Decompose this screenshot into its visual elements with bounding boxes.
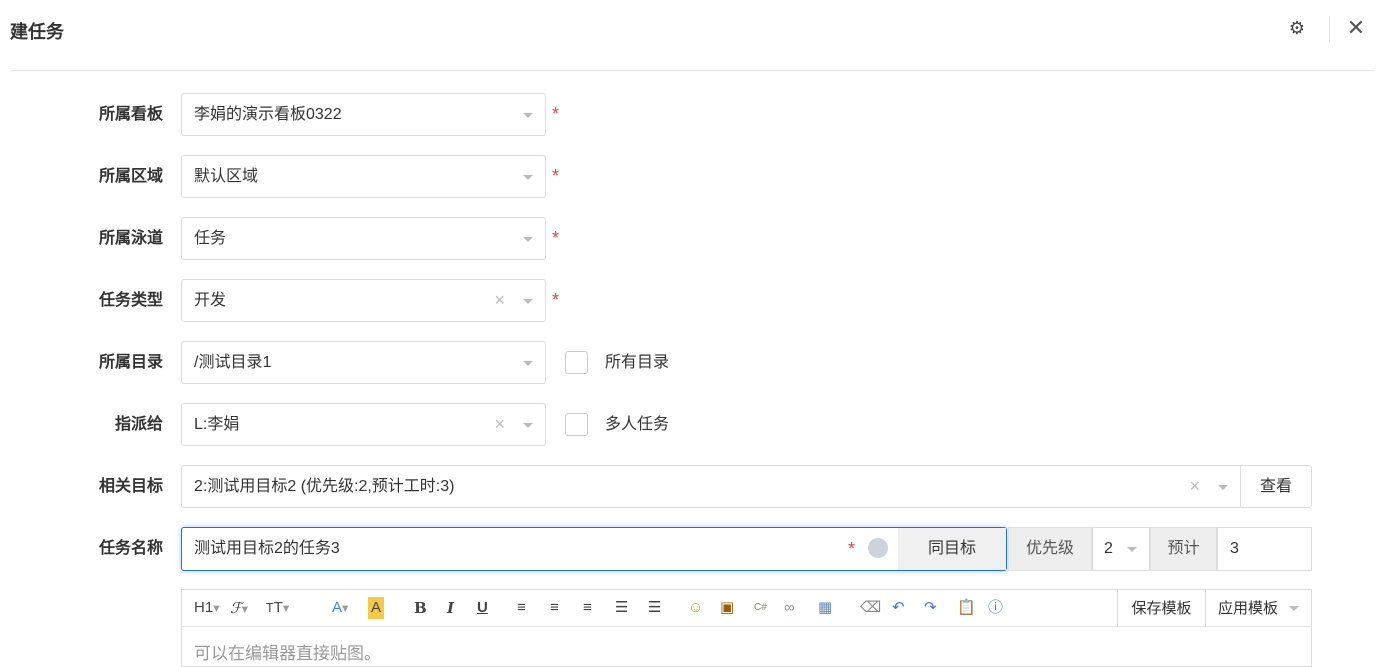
align-right-icon[interactable]: ≡ — [583, 597, 592, 619]
font-size-icon[interactable]: TT▾ — [266, 597, 289, 619]
type-value: 开发 — [194, 292, 227, 309]
clear-icon[interactable]: × — [494, 280, 505, 321]
type-select[interactable]: 开发 × — [181, 279, 546, 322]
chevron-down-icon — [1127, 547, 1137, 552]
multi-user-checkbox[interactable] — [565, 413, 588, 436]
link-icon[interactable]: ∞ — [784, 597, 795, 619]
task-name-input[interactable]: 测试用目标2的任务3 — [194, 528, 340, 570]
ordered-list-icon[interactable]: ☰ — [615, 597, 628, 619]
chevron-down-icon — [523, 423, 533, 428]
dir-select[interactable]: /测试目录1 — [181, 341, 546, 384]
chevron-down-icon — [523, 113, 533, 118]
all-dirs-label: 所有目录 — [605, 354, 670, 371]
lane-select[interactable]: 任务 — [181, 217, 546, 260]
image-icon[interactable]: ▣ — [720, 597, 734, 619]
dir-label: 所属目录 — [98, 354, 163, 371]
save-template-button[interactable]: 保存模板 — [1117, 590, 1205, 627]
estimate-label: 预计 — [1150, 527, 1217, 571]
area-value: 默认区域 — [194, 168, 259, 185]
heading-button[interactable]: H1▾ — [194, 597, 219, 619]
font-color-icon[interactable]: A▾ — [332, 597, 348, 619]
board-value: 李娟的演示看板0322 — [194, 106, 342, 123]
all-dirs-checkbox[interactable] — [565, 351, 588, 374]
align-center-icon[interactable]: ≡ — [550, 597, 559, 619]
board-label: 所属看板 — [98, 106, 163, 123]
font-family-icon[interactable]: ℱ▾ — [230, 597, 248, 620]
task-name-field[interactable]: 测试用目标2的任务3 * 同目标 — [181, 527, 1007, 571]
table-icon[interactable]: ▦ — [818, 597, 832, 619]
type-label: 任务类型 — [98, 292, 163, 309]
close-icon[interactable]: ✕ — [1346, 16, 1366, 40]
redo-icon[interactable]: ↷ — [924, 597, 937, 619]
task-name-label: 任务名称 — [98, 540, 163, 557]
board-select[interactable]: 李娟的演示看板0322 — [181, 93, 546, 136]
multi-user-label: 多人任务 — [605, 416, 670, 433]
same-goal-button[interactable]: 同目标 — [898, 528, 1006, 570]
palette-icon[interactable] — [868, 538, 888, 558]
priority-select[interactable]: 2 — [1092, 527, 1150, 571]
underline-icon[interactable]: U — [477, 597, 488, 619]
divider — [1329, 16, 1330, 42]
required-mark: * — [552, 104, 560, 124]
clear-icon[interactable]: × — [1189, 466, 1200, 507]
chevron-down-icon — [1218, 485, 1228, 490]
chevron-down-icon — [523, 237, 533, 242]
dir-value: /测试目录1 — [194, 354, 272, 371]
assign-label: 指派给 — [114, 416, 163, 433]
lane-value: 任务 — [194, 230, 227, 247]
goal-label: 相关目标 — [98, 478, 163, 495]
code-icon[interactable]: C# — [754, 597, 767, 619]
header-divider — [10, 70, 1375, 71]
estimate-input[interactable]: 3 — [1217, 527, 1312, 571]
assign-select[interactable]: L:李娟 × — [181, 403, 546, 446]
italic-icon[interactable]: I — [447, 597, 454, 619]
chevron-down-icon — [523, 175, 533, 180]
gear-icon[interactable]: ⚙ — [1287, 18, 1307, 40]
emoji-icon[interactable]: ☺ — [688, 597, 703, 619]
paste-icon[interactable]: 📋 — [957, 597, 976, 619]
goal-select[interactable]: 2:测试用目标2 (优先级:2,预计工时:3) × — [181, 465, 1241, 508]
required-mark: * — [552, 166, 560, 186]
editor-toolbar: H1▾ ℱ▾ TT▾ A▾ A B I U ≡ ≡ ≡ ☰ ☰ ☺ ▣ C# ∞… — [181, 589, 1312, 627]
help-icon[interactable]: ⓘ — [988, 597, 1003, 619]
heading-label: H1 — [194, 599, 214, 616]
required-mark: * — [848, 539, 856, 559]
clear-icon[interactable]: × — [494, 404, 505, 445]
chevron-down-icon — [523, 361, 533, 366]
required-mark: * — [552, 290, 560, 310]
apply-template-button[interactable]: 应用模板 — [1205, 590, 1311, 627]
view-goal-button[interactable]: 查看 — [1240, 465, 1312, 508]
unordered-list-icon[interactable]: ☰ — [648, 597, 661, 619]
goal-value: 2:测试用目标2 (优先级:2,预计工时:3) — [194, 478, 455, 495]
bold-icon[interactable]: B — [414, 597, 427, 619]
chevron-down-icon — [1289, 606, 1299, 611]
required-mark: * — [552, 228, 560, 248]
priority-label: 优先级 — [1008, 527, 1092, 571]
area-label: 所属区域 — [98, 168, 163, 185]
apply-template-label: 应用模板 — [1218, 600, 1279, 617]
assign-value: L:李娟 — [194, 416, 240, 433]
eraser-icon[interactable]: ⌫ — [860, 597, 881, 619]
chevron-down-icon — [523, 299, 533, 304]
editor-body[interactable]: 可以在编辑器直接贴图。 — [181, 627, 1312, 667]
area-select[interactable]: 默认区域 — [181, 155, 546, 198]
dialog-title: 建任务 — [10, 22, 64, 42]
align-left-icon[interactable]: ≡ — [517, 597, 526, 619]
highlight-icon[interactable]: A — [368, 597, 385, 619]
lane-label: 所属泳道 — [98, 230, 163, 247]
undo-icon[interactable]: ↶ — [892, 597, 905, 619]
priority-value: 2 — [1104, 540, 1113, 557]
